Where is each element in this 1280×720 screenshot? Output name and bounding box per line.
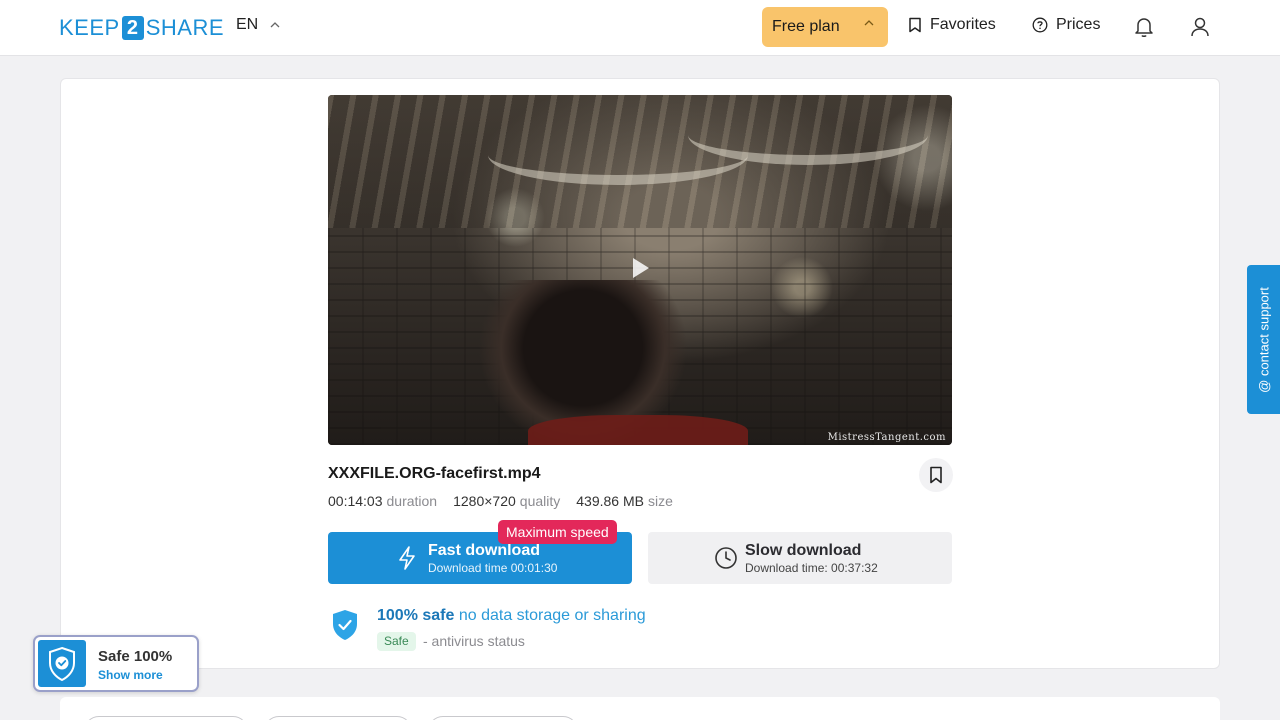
shield-check-icon <box>333 610 357 640</box>
help-circle-icon <box>1032 17 1048 33</box>
logo-keep: KEEP <box>59 15 120 40</box>
bell-icon <box>1135 18 1153 37</box>
contact-support-tab[interactable]: @ contact support <box>1247 265 1280 414</box>
safe-widget-link[interactable]: Show more <box>98 668 163 682</box>
favorites-link[interactable]: Favorites <box>908 16 996 34</box>
prices-link[interactable]: Prices <box>1032 16 1100 34</box>
slow-download-time: Download time: 00:37:32 <box>745 561 878 575</box>
quality-value: 1280×720 <box>453 493 516 509</box>
language-label: EN <box>236 16 259 33</box>
free-plan-button[interactable]: Free plan <box>762 7 888 47</box>
size-label: size <box>647 493 673 509</box>
tab-chip[interactable] <box>428 716 578 720</box>
clock-icon <box>715 547 737 569</box>
video-drape <box>688 105 928 165</box>
slow-download-button[interactable]: Slow download Download time: 00:37:32 <box>648 532 952 584</box>
duration-label: duration <box>386 493 438 509</box>
quality-label: quality <box>519 493 561 509</box>
top-header: KEEP 2 SHARE EN Free plan Favorites Pric… <box>0 0 1280 56</box>
chevron-up-icon <box>270 22 280 28</box>
free-plan-label: Free plan <box>772 18 840 35</box>
video-cloth <box>528 415 748 445</box>
safety-rest: no data storage or sharing <box>458 607 646 624</box>
file-name: XXXFILE.ORG-facefirst.mp4 <box>328 465 541 482</box>
fast-download-title: Fast download <box>428 542 540 559</box>
shield-check-icon <box>49 646 75 681</box>
favorites-label: Favorites <box>930 16 996 33</box>
antivirus-safe-badge: Safe <box>377 632 416 651</box>
logo-share: SHARE <box>145 15 224 40</box>
contact-support-label: @ contact support <box>1256 286 1271 393</box>
tab-chip[interactable] <box>84 716 248 720</box>
antivirus-status: - antivirus status <box>423 633 525 649</box>
quality-meta: 1280×720 quality <box>453 493 560 509</box>
maximum-speed-badge: Maximum speed <box>498 520 617 544</box>
safe-widget[interactable]: Safe 100% Show more <box>33 635 199 692</box>
fast-download-time: Download time 00:01:30 <box>428 561 558 575</box>
chevron-up-icon <box>864 20 874 26</box>
user-icon <box>1191 17 1209 37</box>
size-value: 439.86 MB <box>576 493 644 509</box>
file-meta: 00:14:03 duration 1280×720 quality 439.86 … <box>328 493 673 509</box>
duration-value: 00:14:03 <box>328 493 383 509</box>
prices-label: Prices <box>1056 16 1101 33</box>
safe-widget-shield <box>38 640 86 687</box>
duration-meta: 00:14:03 duration <box>328 493 437 509</box>
safe-widget-title: Safe 100% <box>98 648 173 665</box>
video-preview[interactable]: MistressTangent.com <box>328 95 952 445</box>
video-watermark: MistressTangent.com <box>827 432 946 443</box>
play-icon[interactable] <box>633 258 649 278</box>
notifications-button[interactable] <box>1131 14 1157 40</box>
slow-download-title: Slow download <box>745 542 862 559</box>
logo-two: 2 <box>121 16 144 40</box>
safety-statement: 100% safe no data storage or sharing <box>377 607 646 625</box>
tab-chip[interactable] <box>264 716 412 720</box>
site-logo[interactable]: KEEP 2 SHARE <box>59 15 224 41</box>
bookmark-icon <box>909 17 921 33</box>
lightning-icon <box>399 546 415 570</box>
bookmark-icon <box>930 466 942 484</box>
account-button[interactable] <box>1187 14 1213 40</box>
language-selector[interactable]: EN <box>236 16 280 34</box>
size-meta: 439.86 MB size <box>576 493 673 509</box>
add-favorite-button[interactable] <box>919 458 953 492</box>
safety-strong: 100% safe <box>377 607 455 624</box>
